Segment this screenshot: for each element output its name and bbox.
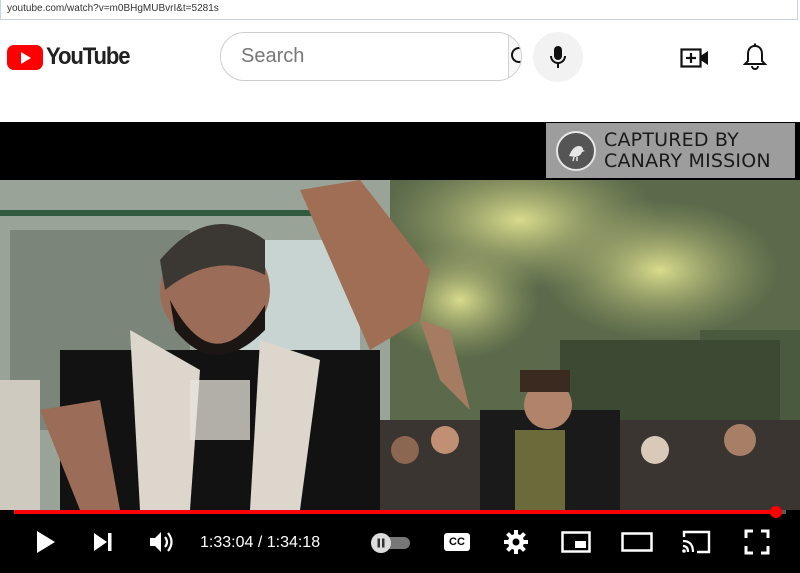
volume-button[interactable] <box>146 528 178 556</box>
progress-played <box>14 510 776 514</box>
cc-icon: CC <box>444 533 470 551</box>
notifications-button[interactable] <box>740 42 770 72</box>
settings-button[interactable] <box>502 528 530 556</box>
fullscreen-button[interactable] <box>742 528 772 556</box>
volume-icon <box>150 532 173 552</box>
video-camera-add-icon <box>680 48 708 68</box>
progress-bar[interactable] <box>14 506 786 518</box>
voice-search-button[interactable] <box>533 32 583 82</box>
miniplayer-button[interactable] <box>560 528 592 556</box>
search-input[interactable] <box>221 33 508 80</box>
cast-button[interactable] <box>680 528 712 556</box>
bell-icon <box>743 43 767 70</box>
subtitles-button[interactable]: CC <box>442 528 472 556</box>
canary-bird-icon <box>556 130 596 171</box>
watermark-line-1: CAPTURED BY <box>604 128 739 151</box>
miniplayer-icon <box>561 531 591 553</box>
search-box <box>220 32 522 81</box>
video-frame[interactable] <box>0 180 800 510</box>
watermark-text: CAPTURED BY CANARY MISSION <box>604 128 771 172</box>
settings-icon <box>504 530 528 554</box>
theater-icon <box>621 532 653 552</box>
theater-mode-button[interactable] <box>620 528 654 556</box>
youtube-logo[interactable]: YouTube <box>7 43 137 70</box>
next-icon <box>94 533 112 551</box>
url-text: youtube.com/watch?v=m0BHgMUBvrI&t=5281s <box>7 3 219 14</box>
youtube-logo-icon <box>7 44 43 70</box>
watermark-line-2: CANARY MISSION <box>604 149 771 172</box>
youtube-logo-text: YouTube <box>46 43 131 70</box>
play-button[interactable] <box>30 528 60 556</box>
play-icon <box>37 531 55 553</box>
time-display: 1:33:04 / 1:34:18 <box>200 534 321 551</box>
microphone-icon <box>550 46 566 68</box>
search-icon <box>511 46 521 63</box>
browser-url-bar[interactable]: youtube.com/watch?v=m0BHgMUBvrI&t=5281s <box>0 0 798 20</box>
scrubber-handle[interactable] <box>769 506 782 518</box>
canary-mission-watermark: CAPTURED BY CANARY MISSION <box>546 123 795 178</box>
autoplay-toggle[interactable] <box>370 533 412 553</box>
video-player[interactable] <box>0 122 800 573</box>
cast-icon <box>682 530 711 554</box>
create-button[interactable] <box>680 44 710 72</box>
fullscreen-icon <box>744 529 770 555</box>
next-button[interactable] <box>88 528 118 556</box>
